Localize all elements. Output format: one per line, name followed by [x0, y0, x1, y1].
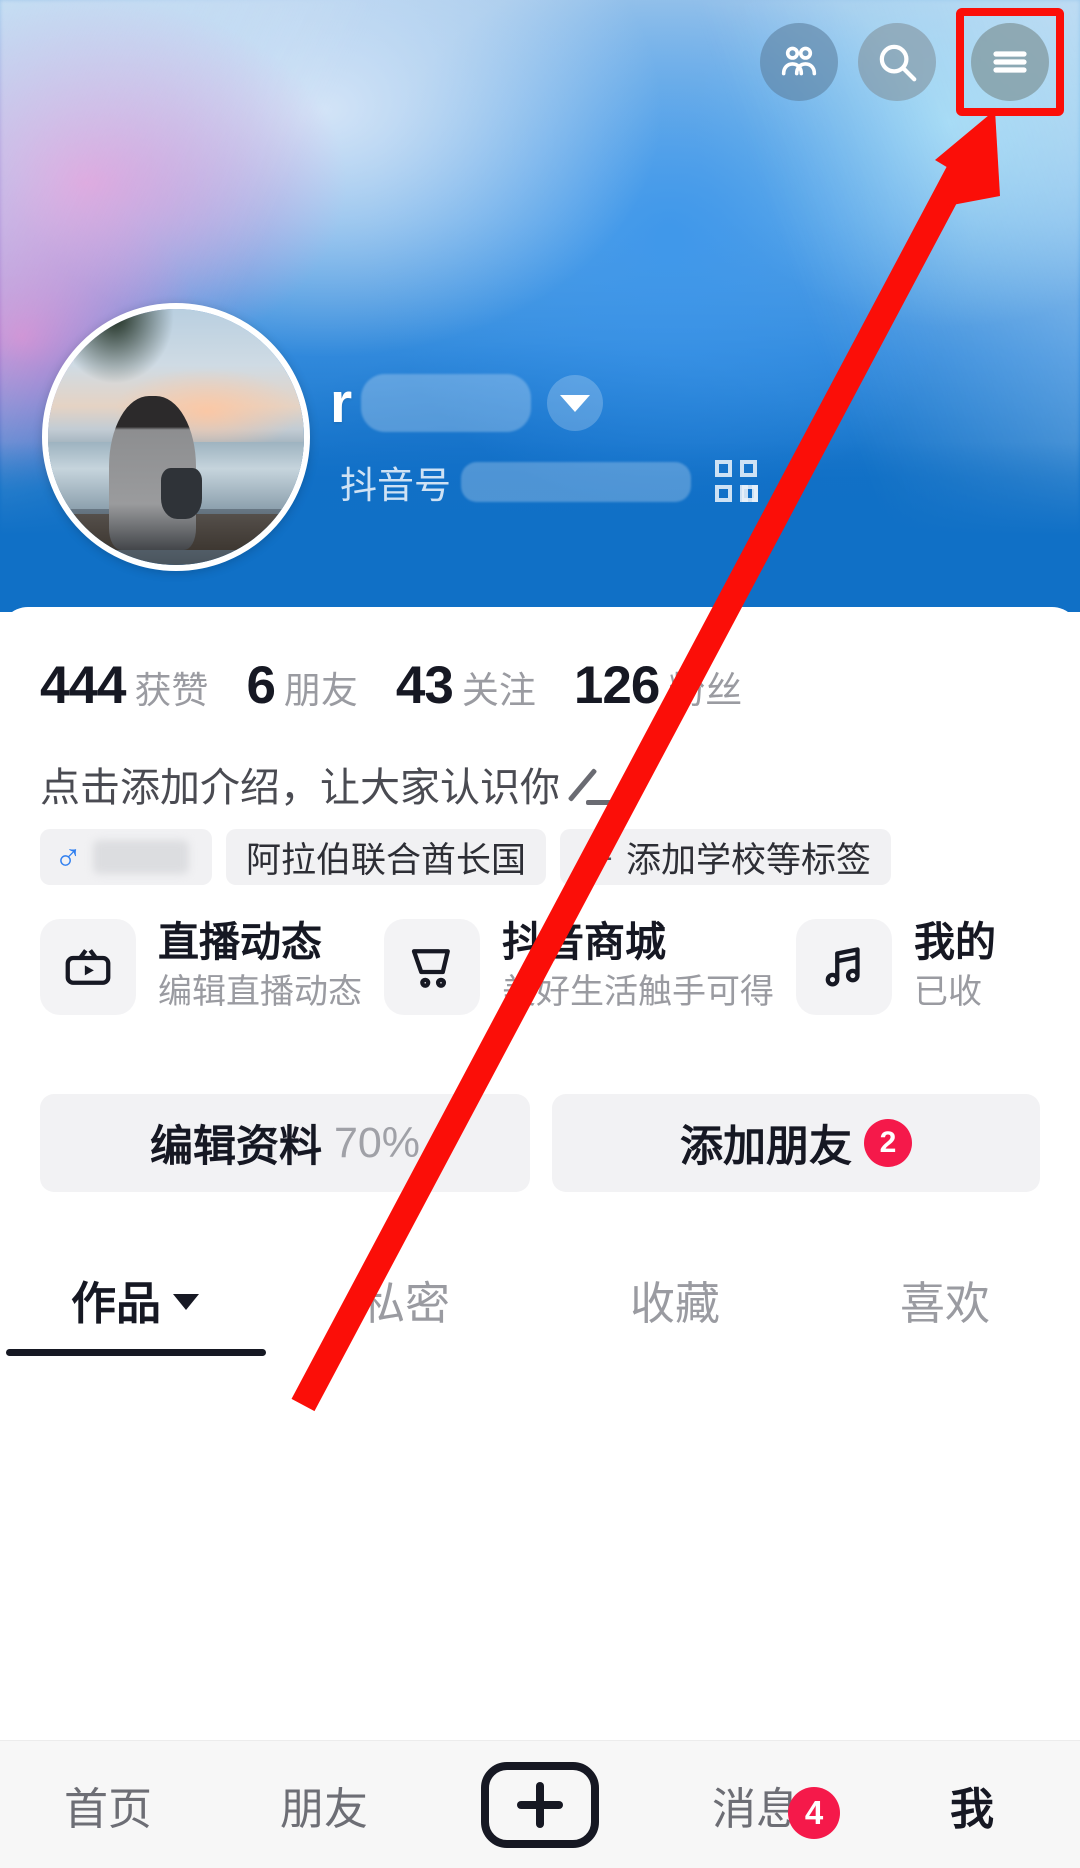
tab-label: 喜欢	[899, 1277, 990, 1329]
profile-name: r	[330, 371, 354, 435]
avatar[interactable]	[42, 303, 310, 571]
card-music-text: 我的 已收	[914, 919, 996, 1014]
tag-add-label: 添加学校等标签	[626, 840, 872, 880]
bio-text: 点击添加介绍，让大家认识你	[40, 766, 560, 810]
card-music[interactable]: 我的 已收	[796, 919, 1080, 1015]
tag-add-school[interactable]: ＋ 添加学校等标签	[560, 829, 892, 885]
card-title: 我的	[914, 919, 996, 966]
nav-label: 首页	[64, 1784, 152, 1834]
menu-highlight-box	[956, 8, 1064, 116]
edit-profile-label: 编辑资料	[149, 1123, 322, 1171]
music-note-icon	[796, 919, 892, 1015]
add-friend-label: 添加朋友	[680, 1123, 852, 1171]
stat-followers[interactable]: 126 粉丝	[574, 655, 742, 716]
card-mall[interactable]: 抖音商城 美好生活触手可得	[384, 919, 774, 1015]
nav-label: 我	[950, 1784, 994, 1834]
tv-live-icon	[40, 919, 136, 1015]
avatar-palm	[73, 309, 176, 386]
stats-row: 444 获赞 6 朋友 43 关注 126 粉丝	[40, 655, 742, 716]
card-title: 直播动态	[158, 919, 322, 966]
stat-label: 粉丝	[668, 670, 743, 711]
friends-glyph	[781, 46, 817, 76]
messages-badge: 4	[788, 1786, 840, 1839]
search-icon[interactable]	[858, 23, 936, 101]
nav-messages[interactable]: 消息 4	[648, 1773, 864, 1839]
tab-private[interactable]: 私密	[270, 1267, 540, 1332]
bottom-navigation: 首页 朋友 消息 4 我	[0, 1740, 1080, 1868]
stat-friends[interactable]: 6 朋友	[246, 655, 357, 716]
card-subtitle: 编辑直播动态	[158, 973, 362, 1012]
male-gender-icon: ♂	[54, 836, 83, 878]
music-glyph	[825, 947, 860, 987]
profile-sheet: 444 获赞 6 朋友 43 关注 126 粉丝 点击添加介绍，让大家认识你 ♂…	[0, 607, 1080, 1747]
plus-icon: ＋	[580, 839, 617, 880]
edit-profile-percent: 70%	[333, 1118, 421, 1167]
search-glyph	[879, 44, 917, 82]
tab-label: 收藏	[629, 1277, 720, 1329]
chevron-down-icon[interactable]	[547, 375, 604, 431]
friends-icon[interactable]	[760, 23, 838, 101]
chevron-down-icon	[173, 1294, 199, 1310]
tab-likes[interactable]: 喜欢	[810, 1267, 1080, 1332]
avatar-bag	[160, 467, 202, 519]
stat-value: 6	[246, 656, 276, 715]
douyin-id-redaction	[461, 462, 691, 502]
hamburger-glyph	[993, 51, 1027, 73]
feature-cards-row: 直播动态 编辑直播动态 抖音商城 美好生活触手可得 我的 已收	[40, 919, 1080, 1015]
card-mall-text: 抖音商城 美好生活触手可得	[502, 919, 774, 1014]
cart-icon	[384, 919, 480, 1015]
card-live[interactable]: 直播动态 编辑直播动态	[40, 919, 362, 1015]
tv-glyph	[65, 949, 111, 985]
card-subtitle: 美好生活触手可得	[502, 973, 774, 1012]
stat-following[interactable]: 43 关注	[396, 655, 536, 716]
tab-favorites[interactable]: 收藏	[540, 1267, 810, 1332]
card-subtitle: 已收	[914, 973, 982, 1012]
tab-label: 作品	[70, 1277, 161, 1329]
nav-home[interactable]: 首页	[0, 1773, 216, 1837]
top-icon-bar	[760, 8, 1064, 116]
action-buttons-row: 编辑资料 70% 添加朋友 2	[40, 1094, 1040, 1192]
nav-me[interactable]: 我	[864, 1773, 1080, 1837]
pencil-icon[interactable]	[567, 763, 618, 805]
tags-row: ♂ 阿拉伯联合酋长国 ＋ 添加学校等标签	[40, 829, 892, 885]
card-title: 抖音商城	[502, 919, 666, 966]
bio-row[interactable]: 点击添加介绍，让大家认识你	[40, 755, 618, 813]
douyin-id-label: 抖音号	[340, 465, 451, 506]
tab-works[interactable]: 作品	[0, 1267, 270, 1332]
nav-friends[interactable]: 朋友	[216, 1773, 432, 1837]
nav-label: 消息	[712, 1784, 800, 1834]
tag-country-label: 阿拉伯联合酋长国	[246, 840, 527, 880]
stat-likes[interactable]: 444 获赞	[40, 655, 208, 716]
qr-code-icon[interactable]	[715, 460, 759, 504]
stat-value: 444	[40, 656, 126, 715]
stat-label: 获赞	[134, 670, 209, 711]
plus-icon[interactable]	[481, 1761, 599, 1848]
cart-glyph	[411, 949, 450, 988]
content-tabs: 作品 私密 收藏 喜欢	[0, 1247, 1080, 1351]
gender-redaction	[92, 840, 189, 874]
tab-label: 私密	[359, 1277, 450, 1329]
stat-value: 43	[395, 656, 454, 715]
stat-value: 126	[573, 656, 660, 715]
tag-country[interactable]: 阿拉伯联合酋长国	[226, 829, 547, 885]
tag-gender[interactable]: ♂	[40, 829, 212, 885]
avatar-image	[48, 309, 304, 565]
nav-create[interactable]	[432, 1761, 648, 1848]
add-friend-badge: 2	[864, 1119, 912, 1167]
active-tab-underline	[6, 1349, 266, 1356]
card-live-text: 直播动态 编辑直播动态	[158, 919, 362, 1014]
douyin-id-row[interactable]: 抖音号	[340, 455, 759, 509]
nav-label: 朋友	[280, 1784, 368, 1834]
add-friend-button[interactable]: 添加朋友 2	[552, 1094, 1040, 1192]
stat-label: 朋友	[283, 670, 358, 711]
stat-label: 关注	[461, 670, 536, 711]
profile-name-redaction	[361, 374, 532, 432]
profile-name-row[interactable]: r	[330, 370, 604, 436]
edit-profile-button[interactable]: 编辑资料 70%	[40, 1094, 530, 1192]
hamburger-menu-icon[interactable]	[971, 23, 1049, 101]
